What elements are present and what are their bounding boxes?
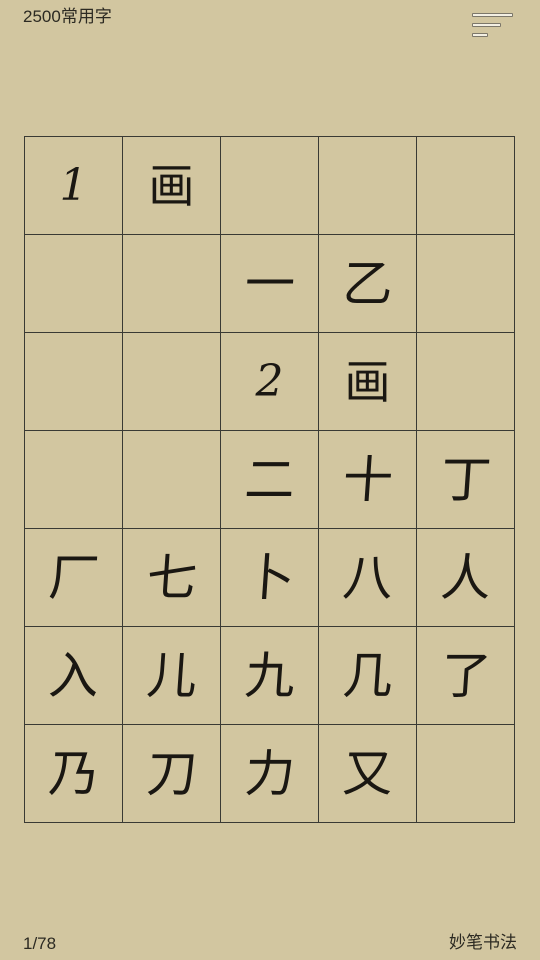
stroke-count-number: 1 [59, 159, 88, 211]
empty-cell [417, 137, 515, 235]
stroke-count-number: 2 [255, 355, 284, 407]
character-cell[interactable]: 乃 [25, 725, 123, 823]
character-glyph: 九 [242, 646, 297, 705]
menu-line-long [472, 13, 513, 17]
character-glyph: 一 [242, 254, 297, 313]
app-title: 2500常用字 [23, 7, 112, 26]
character-glyph: 入 [46, 646, 101, 705]
character-grid: 1画一乙2画二十丁厂七卜八人入儿九几了乃刀力又 [24, 136, 515, 823]
menu-button[interactable] [466, 8, 518, 44]
stroke-count-cell: 1 [25, 137, 123, 235]
character-glyph: 又 [340, 744, 395, 803]
character-glyph: 卜 [242, 548, 297, 607]
character-cell[interactable]: 二 [221, 431, 319, 529]
character-glyph: 人 [438, 548, 493, 607]
character-cell[interactable]: 入 [25, 627, 123, 725]
menu-line-short [472, 33, 488, 37]
character-glyph: 了 [438, 646, 493, 705]
character-cell[interactable]: 八 [319, 529, 417, 627]
menu-line-medium [472, 23, 501, 27]
stroke-label-cell: 画 [123, 137, 221, 235]
character-glyph: 刀 [144, 744, 199, 803]
stroke-label-text: 画 [148, 158, 195, 213]
character-cell[interactable]: 了 [417, 627, 515, 725]
character-cell[interactable]: 力 [221, 725, 319, 823]
brand-label: 妙笔书法 [449, 933, 517, 952]
character-cell[interactable]: 又 [319, 725, 417, 823]
empty-cell [123, 431, 221, 529]
character-cell[interactable]: 十 [319, 431, 417, 529]
character-cell[interactable]: 厂 [25, 529, 123, 627]
character-glyph: 厂 [46, 548, 101, 607]
empty-cell [25, 431, 123, 529]
character-glyph: 七 [144, 548, 199, 607]
character-cell[interactable]: 人 [417, 529, 515, 627]
character-cell[interactable]: 卜 [221, 529, 319, 627]
character-cell[interactable]: 几 [319, 627, 417, 725]
character-glyph: 二 [242, 450, 297, 509]
character-glyph: 儿 [144, 646, 199, 705]
stroke-count-cell: 2 [221, 333, 319, 431]
character-glyph: 乙 [340, 254, 395, 313]
character-cell[interactable]: 九 [221, 627, 319, 725]
empty-cell [417, 725, 515, 823]
character-glyph: 几 [340, 646, 395, 705]
character-cell[interactable]: 丁 [417, 431, 515, 529]
stroke-label-text: 画 [344, 354, 391, 409]
character-cell[interactable]: 一 [221, 235, 319, 333]
character-glyph: 力 [242, 744, 297, 803]
character-cell[interactable]: 七 [123, 529, 221, 627]
character-cell[interactable]: 儿 [123, 627, 221, 725]
character-glyph: 乃 [46, 744, 101, 803]
character-glyph: 丁 [438, 450, 493, 509]
empty-cell [123, 333, 221, 431]
character-glyph: 十 [340, 450, 395, 509]
empty-cell [25, 333, 123, 431]
character-cell[interactable]: 乙 [319, 235, 417, 333]
empty-cell [25, 235, 123, 333]
empty-cell [319, 137, 417, 235]
character-cell[interactable]: 刀 [123, 725, 221, 823]
page-indicator: 1/78 [23, 934, 57, 953]
empty-cell [221, 137, 319, 235]
empty-cell [123, 235, 221, 333]
empty-cell [417, 235, 515, 333]
empty-cell [417, 333, 515, 431]
character-glyph: 八 [340, 548, 395, 607]
stroke-label-cell: 画 [319, 333, 417, 431]
